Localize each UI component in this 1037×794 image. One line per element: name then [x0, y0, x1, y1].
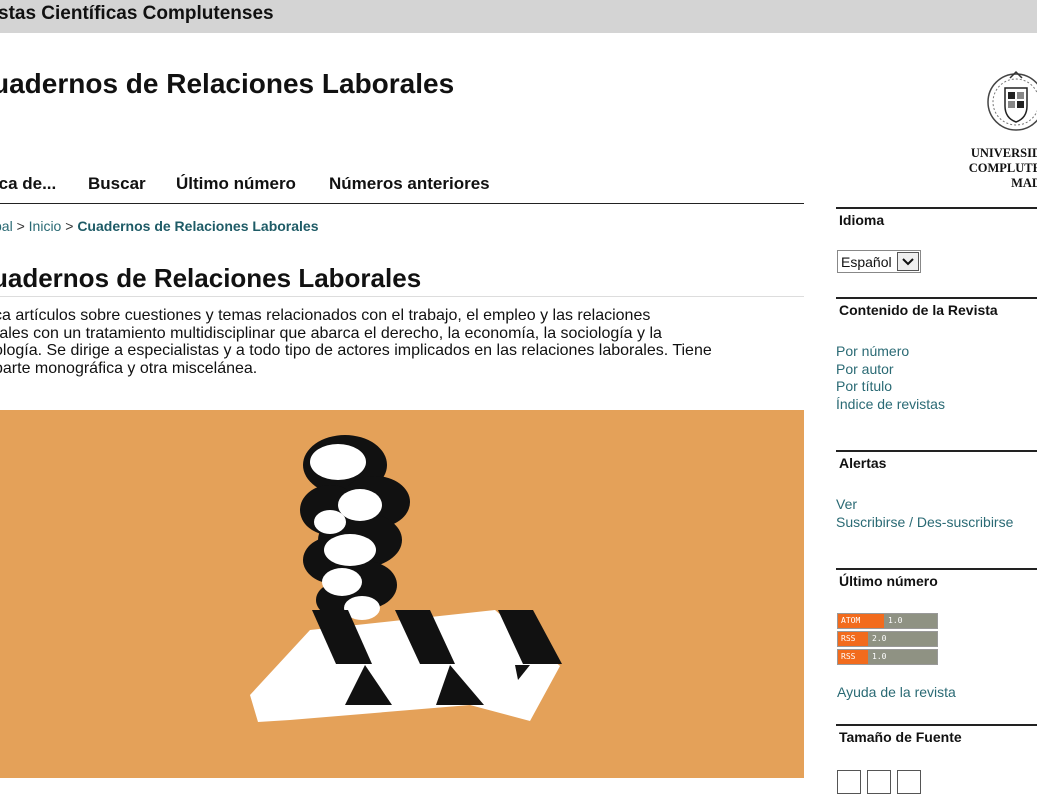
feed-version: 1.0	[884, 614, 937, 628]
factory-smoke-illustration	[250, 435, 562, 722]
breadcrumb-separator: >	[65, 218, 78, 234]
language-title: Idioma	[836, 207, 1037, 228]
breadcrumb-inicio[interactable]: Inicio	[29, 218, 62, 234]
journal-title[interactable]: uadernos de Relaciones Laborales	[0, 68, 454, 100]
language-select[interactable]: Español	[837, 250, 921, 273]
journal-cover-image	[0, 410, 804, 778]
feed-label: ATOM	[838, 614, 884, 628]
feed-label: RSS	[838, 650, 868, 664]
subscribe-link[interactable]: Suscribirse / Des-suscribirse	[836, 514, 1037, 532]
logo-text-line: COMPLUTEN	[968, 161, 1037, 175]
breadcrumb-separator: >	[16, 218, 29, 234]
site-topbar: stas Científicas Complutenses	[0, 0, 1037, 33]
browse-by-title-link[interactable]: Por título	[836, 378, 1037, 396]
breadcrumb-current[interactable]: Cuadernos de Relaciones Laborales	[77, 218, 318, 234]
description-line: ca artículos sobre cuestiones y temas re…	[0, 307, 651, 324]
font-size-medium-button[interactable]	[867, 770, 891, 794]
site-title[interactable]: stas Científicas Complutenses	[0, 3, 274, 25]
description-line: ología. Se dirige a especialistas y a to…	[0, 342, 712, 360]
rss2-feed-badge[interactable]: RSS 2.0	[837, 631, 938, 647]
feed-version: 2.0	[868, 632, 937, 646]
main-nav: rca de... Buscar Último número Números a…	[0, 172, 804, 204]
feed-label: RSS	[838, 632, 868, 646]
nav-latest-issue[interactable]: Último número	[176, 174, 296, 194]
page-title: uadernos de Relaciones Laborales	[0, 263, 804, 297]
browse-by-issue-link[interactable]: Por número	[836, 343, 1037, 361]
journal-content-title: Contenido de la Revista	[836, 297, 1037, 318]
description-line: rales con un tratamiento multidisciplina…	[0, 324, 662, 342]
alerts-title: Alertas	[836, 450, 1037, 471]
language-selected: Español	[841, 253, 892, 270]
view-alerts-link[interactable]: Ver	[836, 496, 1037, 514]
rss1-feed-badge[interactable]: RSS 1.0	[837, 649, 938, 665]
journal-description: ca artículos sobre cuestiones y temas re…	[0, 307, 806, 378]
font-size-block: Tamaño de Fuente	[836, 724, 1037, 745]
nav-archives[interactable]: Números anteriores	[329, 174, 490, 194]
feed-version: 1.0	[868, 650, 937, 664]
nav-about[interactable]: rca de...	[0, 174, 56, 194]
university-logo[interactable]: UNIVERSIDA COMPLUTEN MADR	[948, 64, 1037, 194]
font-size-large-button[interactable]	[897, 770, 921, 794]
journal-help-link[interactable]: Ayuda de la revista	[837, 684, 956, 702]
journals-index-link[interactable]: Índice de revistas	[836, 396, 1037, 414]
alerts-block: Alertas Ver Suscribirse / Des-suscribirs…	[836, 450, 1037, 531]
breadcrumb: pal > Inicio > Cuadernos de Relaciones L…	[0, 218, 319, 234]
browse-by-author-link[interactable]: Por autor	[836, 361, 1037, 379]
latest-issue-title: Último número	[836, 568, 1037, 589]
latest-issue-block: Último número ATOM 1.0 RSS 2.0 RSS 1.0 A…	[836, 568, 1037, 700]
chevron-down-icon[interactable]	[896, 252, 919, 271]
language-block: Idioma Español	[836, 207, 1037, 273]
atom-feed-badge[interactable]: ATOM 1.0	[837, 613, 938, 629]
breadcrumb-home-principal[interactable]: pal	[0, 218, 13, 234]
logo-text-line: MADR	[1011, 176, 1037, 190]
font-size-title: Tamaño de Fuente	[836, 724, 1037, 745]
font-size-small-button[interactable]	[837, 770, 861, 794]
logo-text-line: UNIVERSIDA	[970, 146, 1037, 160]
journal-content-block: Contenido de la Revista Por número Por a…	[836, 297, 1037, 413]
description-line: parte monográfica y otra miscelánea.	[0, 360, 258, 378]
nav-search[interactable]: Buscar	[88, 174, 146, 194]
